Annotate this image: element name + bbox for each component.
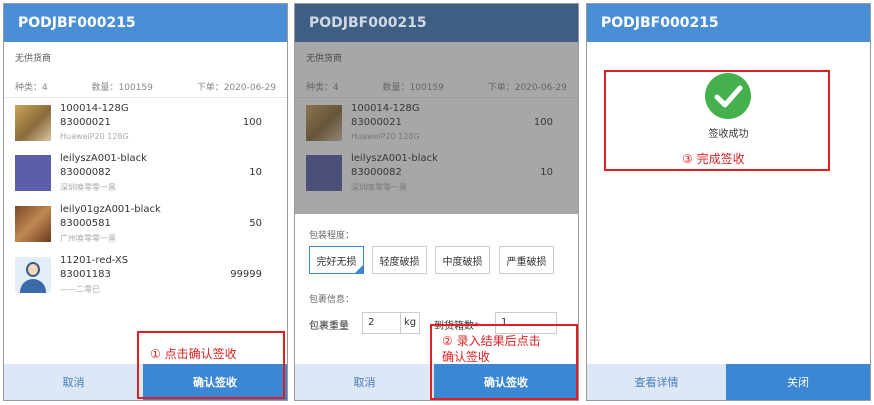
- action-bar: 查看详情 关闭: [587, 364, 870, 400]
- annotation-step-3: ③ 完成签收: [682, 152, 745, 166]
- stat-order-date: 下单：2020-06-29: [196, 83, 276, 93]
- avatar-icon: [15, 257, 51, 293]
- cancel-button[interactable]: 取消: [295, 364, 434, 400]
- check-corner-icon: [354, 264, 364, 274]
- product-thumbnail: [15, 105, 51, 141]
- item-qty: 50: [249, 218, 262, 229]
- list-item[interactable]: 100014-128G 83000021 HuaweiP20 128G 100: [15, 97, 276, 145]
- item-code: 83000581: [60, 218, 111, 229]
- item-code: 83000082: [60, 167, 111, 178]
- option-severe-damage[interactable]: 严重破损: [499, 246, 554, 274]
- annotation-step-2-line2: 确认签收: [442, 350, 491, 364]
- package-condition-title: 包装程度：: [309, 231, 355, 241]
- option-label: 严重破损: [506, 256, 547, 268]
- annotation-step-2-line1: ② 录入结果后点击: [442, 334, 541, 348]
- weight-unit: kg: [400, 312, 420, 334]
- weight-label: 包裹重量: [309, 321, 349, 332]
- annotation-step-1: ① 点击确认签收: [150, 347, 237, 361]
- view-details-button[interactable]: 查看详情: [587, 364, 726, 400]
- item-desc: 广州唤零零一黑: [60, 234, 116, 243]
- item-name: 100014-128G: [60, 103, 129, 114]
- product-thumbnail: [15, 206, 51, 242]
- option-light-damage[interactable]: 轻度破损: [372, 246, 427, 274]
- item-qty: 100: [242, 117, 262, 128]
- item-qty: 10: [249, 167, 262, 178]
- page-title: PODJBF000215: [587, 4, 870, 42]
- option-label: 中度破损: [442, 256, 483, 268]
- list-item[interactable]: 11201-red-XS 83001183 ——二零已 99999: [15, 249, 276, 297]
- item-desc: ——二零已: [60, 285, 100, 294]
- panel-success: PODJBF000215 签收成功 查看详情 关闭: [586, 3, 871, 401]
- option-medium-damage[interactable]: 中度破损: [435, 246, 490, 274]
- supplier-label: 无供货商: [15, 54, 52, 64]
- option-label: 完好无损: [316, 256, 357, 268]
- annotation-box-1: [137, 331, 285, 399]
- item-name: leily01gzA001-black: [60, 204, 161, 215]
- close-button[interactable]: 关闭: [726, 364, 870, 400]
- list-item[interactable]: leily01gzA001-black 83000581 广州唤零零一黑 50: [15, 198, 276, 246]
- item-code: 83000021: [60, 117, 111, 128]
- stat-count: 数量：100159: [91, 83, 153, 93]
- option-label: 轻度破损: [379, 256, 420, 268]
- item-desc: 深圳唤零零一黑: [60, 183, 116, 192]
- order-stats: 种类：4 数量：100159 下单：2020-06-29: [4, 64, 287, 98]
- item-desc: HuaweiP20 128G: [60, 132, 129, 141]
- stat-types: 种类：4: [15, 83, 48, 93]
- weight-input[interactable]: 2: [362, 312, 402, 334]
- modal-overlay[interactable]: [295, 42, 578, 214]
- page-title: PODJBF000215: [295, 4, 578, 42]
- page-title: PODJBF000215: [4, 4, 287, 42]
- item-code: 83001183: [60, 269, 111, 280]
- package-info-title: 包裹信息：: [309, 295, 355, 305]
- product-thumbnail: [15, 155, 51, 191]
- item-name: leilyszA001-black: [60, 153, 147, 164]
- item-qty: 99999: [230, 269, 262, 280]
- item-name: 11201-red-XS: [60, 255, 129, 266]
- option-intact[interactable]: 完好无损: [309, 246, 364, 274]
- cancel-button[interactable]: 取消: [4, 364, 143, 400]
- list-item[interactable]: leilyszA001-black 83000082 深圳唤零零一黑 10: [15, 147, 276, 195]
